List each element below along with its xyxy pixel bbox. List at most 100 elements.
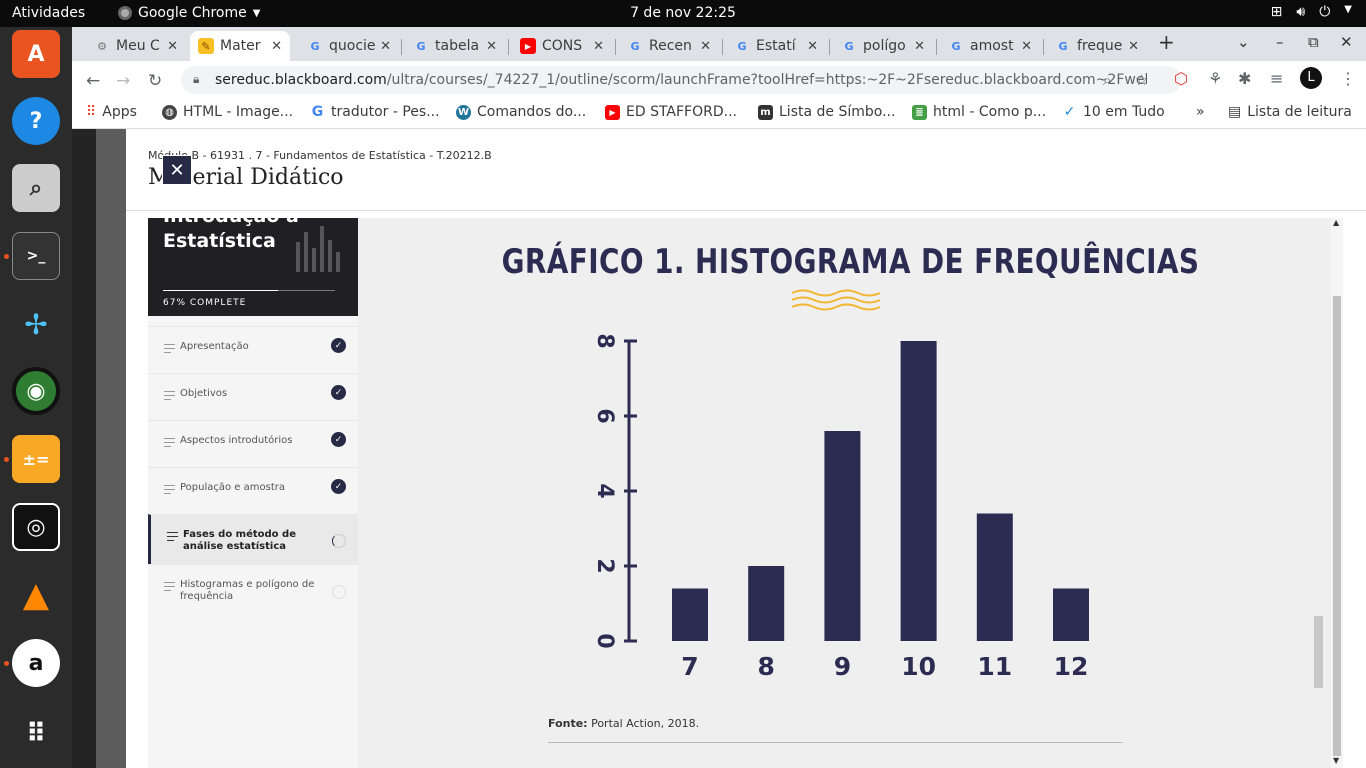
- loading-spinner-icon: [332, 534, 346, 548]
- tab-5[interactable]: G Recen ✕: [619, 31, 719, 61]
- bookmark-7[interactable]: ✓ 10 em Tudo: [1062, 104, 1165, 120]
- minimize-icon[interactable]: –: [1276, 33, 1284, 51]
- lesson-item[interactable]: Histogramas e polígono de frequência: [148, 564, 358, 624]
- tab-4[interactable]: ▶ CONS ✕: [512, 31, 612, 61]
- lesson-icon: [167, 532, 178, 544]
- reload-icon[interactable]: ↻: [148, 71, 162, 91]
- bookmark-label: HTML - Image...: [183, 104, 294, 120]
- lock-icon: 🔒︎: [193, 72, 200, 86]
- calculator-icon[interactable]: ±=: [12, 435, 60, 483]
- lesson-item[interactable]: População e amostra ✓: [148, 467, 358, 514]
- bookmark-4[interactable]: ▶ ED STAFFORD...: [605, 104, 737, 120]
- reading-list-button[interactable]: ▤ Lista de leitura: [1228, 104, 1352, 120]
- bookmark-label: Comandos do...: [477, 104, 587, 120]
- bookmark-star-icon[interactable]: ☆: [1135, 71, 1148, 89]
- lesson-item[interactable]: Apresentação ✓: [148, 326, 358, 373]
- volume-icon: 🔊︎: [1296, 4, 1306, 20]
- reading-list-icon: ▤: [1228, 104, 1242, 120]
- forward-arrow-icon[interactable]: →: [116, 71, 130, 91]
- power-icon: ⏻: [1319, 4, 1331, 20]
- lesson-icon: [164, 391, 175, 403]
- scroll-down-icon[interactable]: ▼: [1333, 756, 1339, 765]
- tab-6[interactable]: G Estatí ✕: [726, 31, 826, 61]
- system-tray[interactable]: ⊞ 🔊︎ ⏻ ▼: [1271, 4, 1352, 20]
- youtube-icon: ▶: [520, 38, 536, 54]
- codeblocks-icon[interactable]: ✢: [12, 300, 60, 348]
- check-icon: ✓: [331, 432, 346, 447]
- help-icon[interactable]: ?: [12, 97, 60, 145]
- running-indicator: [4, 457, 9, 462]
- bookmark-1[interactable]: ◍ HTML - Image...: [162, 104, 293, 120]
- bookmark-apps[interactable]: ⠿ Apps: [86, 104, 137, 120]
- close-icon[interactable]: ✕: [593, 39, 604, 54]
- media-control-icon[interactable]: ≡: [1270, 69, 1283, 88]
- page-content: Módulo B - 61931 . 7 - Fundamentos de Es…: [72, 129, 1366, 768]
- close-icon[interactable]: ✕: [380, 39, 391, 54]
- close-button[interactable]: ✕: [162, 155, 192, 185]
- magnifier-icon[interactable]: ⌕: [12, 164, 60, 212]
- document-icon: m: [758, 104, 773, 120]
- bookmark-label: ED STAFFORD...: [626, 104, 737, 120]
- close-icon[interactable]: ✕: [486, 39, 497, 54]
- scrollbar[interactable]: ▲ ▼: [1331, 218, 1343, 768]
- close-icon[interactable]: ✕: [167, 39, 178, 54]
- close-icon[interactable]: ✕: [1021, 39, 1032, 54]
- zoom-icon[interactable]: ⌕: [1103, 71, 1111, 89]
- terminal-icon[interactable]: >_: [12, 232, 60, 280]
- close-icon[interactable]: ✕: [271, 39, 282, 54]
- y-tick-label: 6: [592, 408, 617, 423]
- scroll-up-icon[interactable]: ▲: [1333, 218, 1339, 227]
- x-tick-label: 11: [977, 652, 1012, 681]
- scrollbar-thumb[interactable]: [1333, 296, 1341, 756]
- running-indicator: [4, 254, 9, 259]
- shield-extension-icon[interactable]: ⬡: [1174, 69, 1188, 88]
- puzzle-extension-icon[interactable]: ⚘: [1208, 69, 1222, 88]
- lesson-item[interactable]: Aspectos introdutórios ✓: [148, 420, 358, 467]
- close-icon[interactable]: ✕: [807, 39, 818, 54]
- google-icon: G: [951, 39, 961, 53]
- address-bar[interactable]: 🔒︎ sereduc.blackboard.com/ultra/courses/…: [181, 66, 1181, 94]
- close-window-icon[interactable]: ✕: [1340, 33, 1353, 51]
- bar: [824, 431, 861, 641]
- bookmark-5[interactable]: m Lista de Símbo...: [758, 104, 895, 120]
- close-icon[interactable]: ✕: [914, 39, 925, 54]
- camera-icon[interactable]: ◎: [12, 503, 60, 551]
- bookmark-2[interactable]: G tradutor - Pes...: [310, 104, 440, 120]
- bookmark-3[interactable]: W Comandos do...: [456, 104, 586, 120]
- tab-8[interactable]: G amost ✕: [940, 31, 1040, 61]
- more-bookmarks-chevron-icon[interactable]: »: [1196, 104, 1205, 120]
- extensions-icon[interactable]: ✱: [1238, 69, 1251, 88]
- youtube-icon: ▶: [605, 104, 620, 120]
- reading-list-label: Lista de leitura: [1247, 104, 1352, 120]
- x-tick-label: 8: [757, 652, 774, 681]
- software-store-icon[interactable]: A: [12, 30, 60, 78]
- close-icon[interactable]: ✕: [700, 39, 711, 54]
- vlc-icon[interactable]: ▲: [12, 571, 60, 619]
- maximize-icon[interactable]: ⧉: [1308, 33, 1319, 51]
- anydesk-icon[interactable]: a: [12, 639, 60, 687]
- tab-separator: [722, 39, 723, 55]
- tab-0[interactable]: ⚙ Meu C ✕: [86, 31, 186, 61]
- new-tab-plus-icon[interactable]: +: [1158, 30, 1175, 54]
- kebab-menu-icon[interactable]: ⋮: [1340, 69, 1356, 88]
- lesson-item-current[interactable]: Fases do método de análise estatística: [148, 514, 358, 564]
- app-grid-icon[interactable]: ⠿: [12, 710, 60, 758]
- inner-scrollbar[interactable]: [1314, 616, 1323, 688]
- chrome-dock-icon[interactable]: ◉: [12, 367, 60, 415]
- tab-7[interactable]: G polígo ✕: [833, 31, 933, 61]
- bookmark-6[interactable]: ≣ html - Como p...: [912, 104, 1046, 120]
- tab-2[interactable]: G quocie ✕: [299, 31, 399, 61]
- tab-label: Mater: [220, 38, 261, 54]
- clock[interactable]: 7 de nov 22:25: [0, 5, 1366, 21]
- google-icon: G: [630, 39, 640, 53]
- tab-3[interactable]: G tabela ✕: [405, 31, 505, 61]
- tab-9[interactable]: G freque ✕: [1047, 31, 1147, 61]
- close-icon[interactable]: ✕: [1128, 39, 1139, 54]
- tab-search-icon[interactable]: ⌄: [1237, 33, 1250, 51]
- avatar[interactable]: L: [1300, 67, 1322, 89]
- tab-1[interactable]: ✎ Mater ✕: [190, 31, 290, 61]
- back-arrow-icon[interactable]: ←: [86, 71, 100, 91]
- lesson-label: Objetivos: [180, 388, 228, 399]
- tab-label: amost: [970, 38, 1014, 54]
- lesson-item[interactable]: Objetivos ✓: [148, 373, 358, 420]
